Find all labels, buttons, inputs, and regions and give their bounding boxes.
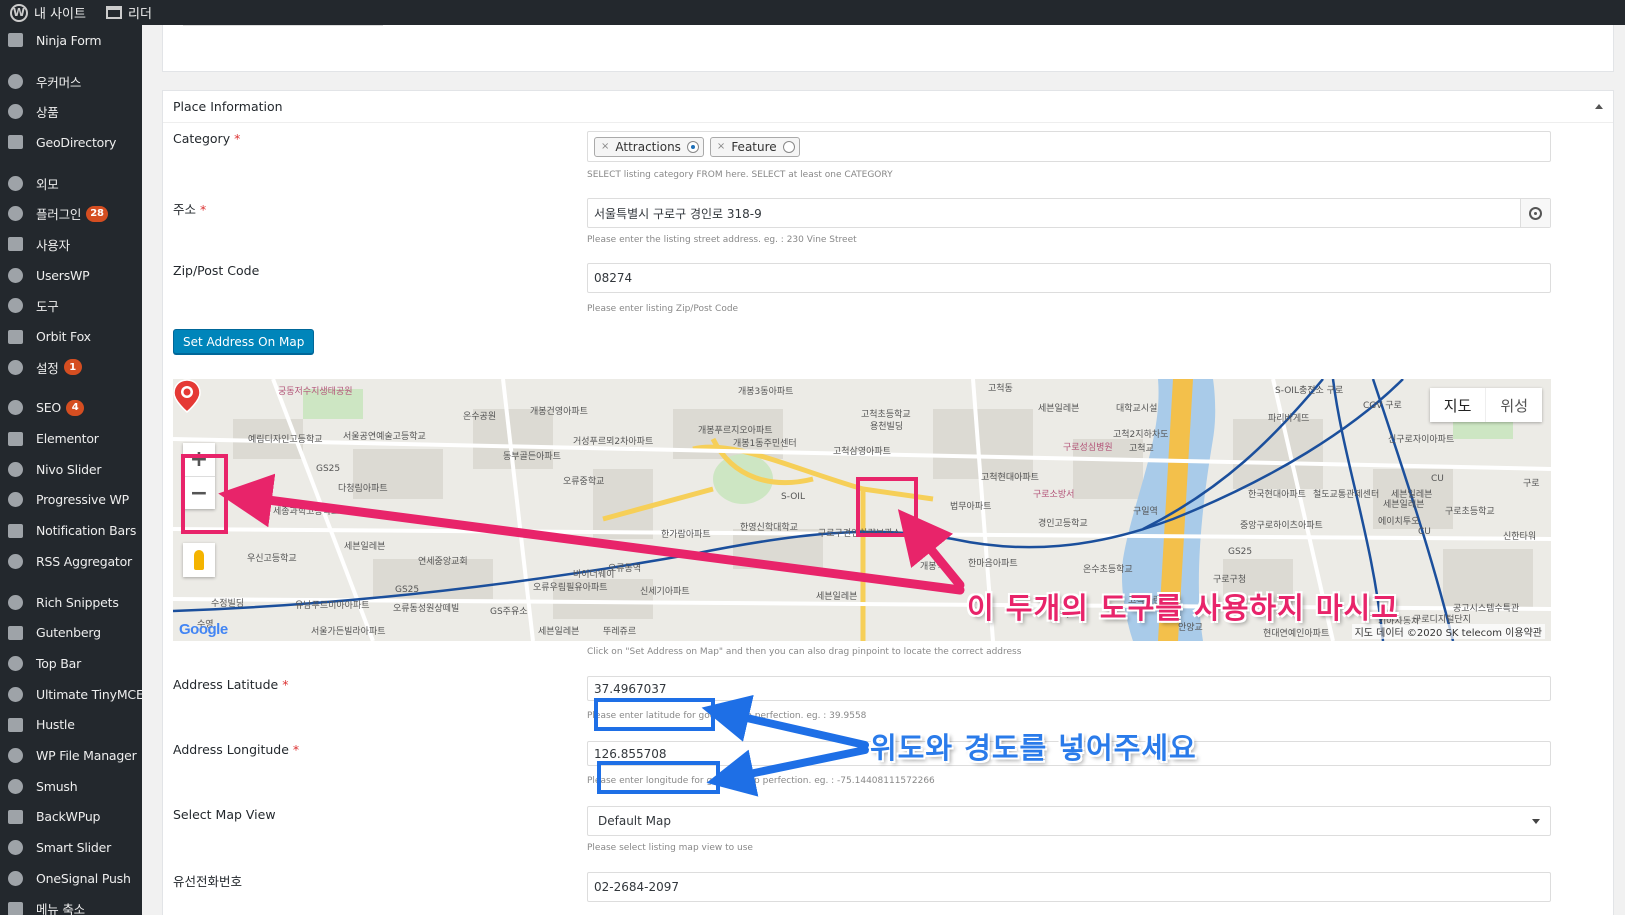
marker-highlight-box [856,477,918,537]
annotation-arrows [218,473,965,797]
annotation-lat-lng: 위도와 경도를 넣어주세요 [870,731,1197,765]
zoom-highlight-box [181,454,228,534]
latitude-highlight-box [594,698,715,731]
annotation-map-tools: 이 두개의 도구를 사용하지 마시고 [967,591,1399,625]
longitude-highlight-box [597,761,720,794]
